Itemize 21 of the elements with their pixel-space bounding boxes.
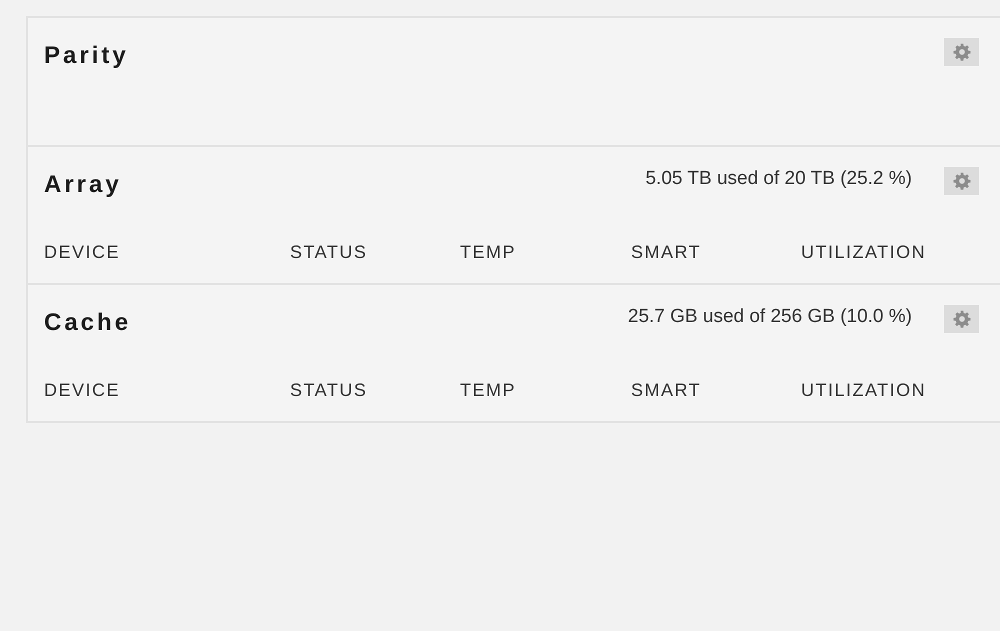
usage-text: 5.05 TB used of 20 TB (25.2 %) xyxy=(645,167,912,191)
usage-text: 25.7 GB used of 256 GB (10.0 %) xyxy=(628,305,912,329)
settings-button[interactable] xyxy=(944,305,979,333)
section-title: Cache xyxy=(44,309,132,337)
column-header: UTILIZATION xyxy=(801,380,926,400)
column-header: TEMP xyxy=(460,242,516,262)
column-header: SMART xyxy=(631,242,702,262)
settings-icon xyxy=(952,310,970,328)
section-title: Array xyxy=(44,171,122,199)
column-header: STATUS xyxy=(290,242,368,262)
settings-button[interactable] xyxy=(944,38,979,66)
column-header: UTILIZATION xyxy=(801,242,926,262)
column-header: TEMP xyxy=(460,380,516,400)
settings-icon xyxy=(952,172,970,190)
settings-icon xyxy=(952,43,970,61)
column-header: SMART xyxy=(631,380,702,400)
column-header: DEVICE xyxy=(44,242,120,262)
column-header: DEVICE xyxy=(44,380,120,400)
column-header: STATUS xyxy=(290,380,368,400)
settings-button[interactable] xyxy=(944,167,979,195)
section-title: Parity xyxy=(44,42,129,70)
